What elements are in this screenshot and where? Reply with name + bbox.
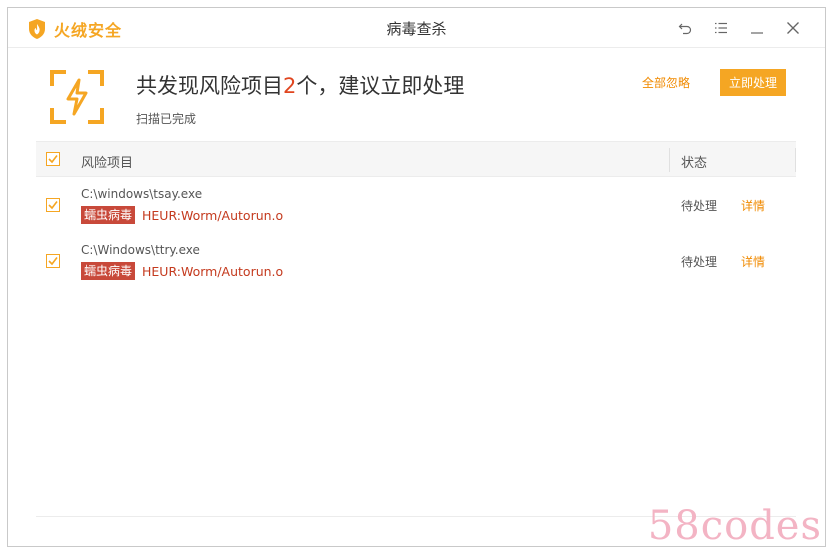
virus-name: HEUR:Worm/Autorun.o (142, 264, 284, 279)
details-link[interactable]: 详情 (741, 197, 765, 214)
minimize-button[interactable] (739, 16, 775, 40)
select-all-checkbox[interactable] (46, 152, 60, 166)
column-header-risk-item: 风险项目 (81, 156, 134, 171)
lightning-frame-icon (50, 70, 104, 124)
table-row: C:\Windows\ttry.exe 蠕虫病毒 HEUR:Worm/Autor… (36, 233, 796, 289)
checkmark-icon (48, 155, 58, 164)
title-bar: 火绒安全 病毒查杀 (8, 8, 825, 48)
column-divider[interactable] (669, 148, 670, 172)
close-icon (787, 22, 799, 34)
watermark-text: 58codes (647, 503, 822, 549)
window-controls (667, 16, 811, 40)
minimize-icon (751, 32, 763, 34)
scan-status-text: 扫描已完成 (136, 112, 197, 126)
handle-now-button[interactable]: 立即处理 (720, 69, 786, 96)
threat-type-badge: 蠕虫病毒 (81, 262, 136, 280)
table-row: C:\windows\tsay.exe 蠕虫病毒 HEUR:Worm/Autor… (36, 177, 796, 233)
ignore-all-link[interactable]: 全部忽略 (642, 74, 690, 91)
row-checkbox[interactable] (46, 254, 60, 268)
table-header: 风险项目 状态 (36, 141, 796, 177)
undo-arrow-icon (678, 23, 692, 35)
column-divider[interactable] (795, 148, 796, 172)
headline-suffix: 个，建议立即处理 (296, 74, 465, 98)
menu-button[interactable] (703, 16, 739, 40)
virus-name: HEUR:Worm/Autorun.o (142, 208, 284, 223)
risk-table: 风险项目 状态 C:\windows\tsay.exe 蠕虫病毒 HEUR:Wo… (36, 141, 796, 289)
row-checkbox[interactable] (46, 198, 60, 212)
close-button[interactable] (775, 16, 811, 40)
menu-icon (715, 22, 727, 34)
file-path: C:\Windows\ttry.exe (81, 243, 200, 257)
details-link[interactable]: 详情 (741, 253, 765, 270)
column-header-status: 状态 (681, 156, 708, 171)
status-text: 待处理 (681, 199, 718, 213)
back-button[interactable] (667, 16, 703, 40)
checkmark-icon (48, 201, 58, 210)
status-text: 待处理 (681, 255, 718, 269)
virus-scan-window: 火绒安全 病毒查杀 共发现风险项目2个，建议立即处理 扫描已完成 全部忽略 立即… (7, 7, 826, 547)
checkmark-icon (48, 257, 58, 266)
risk-count: 2 (283, 74, 297, 98)
threat-type-badge: 蠕虫病毒 (81, 206, 136, 224)
headline-prefix: 共发现风险项目 (136, 74, 283, 98)
file-path: C:\windows\tsay.exe (81, 187, 203, 201)
scan-result-headline: 共发现风险项目2个，建议立即处理 (136, 70, 464, 100)
